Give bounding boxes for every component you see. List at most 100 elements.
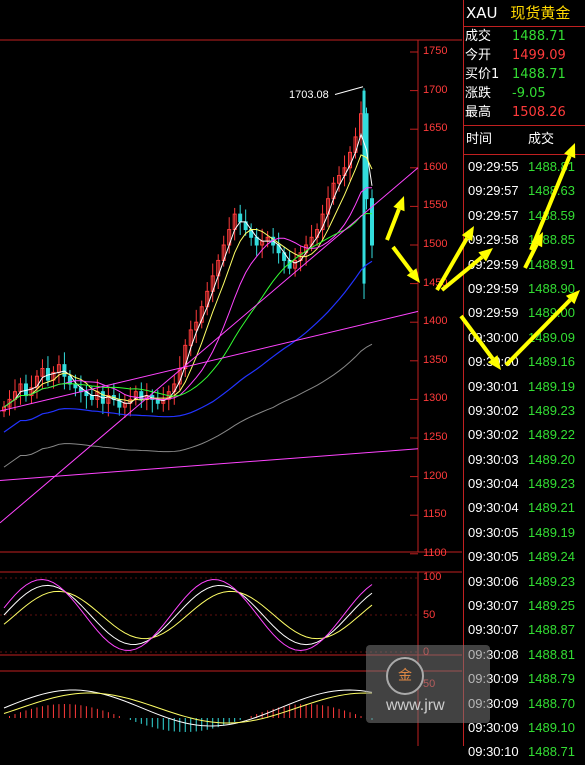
price-tick-label: 1750 — [423, 45, 448, 57]
tick-time: 09:30:07 — [468, 622, 519, 638]
tick-row[interactable]: 09:30:10 1488.71 — [464, 740, 585, 764]
tick-price: 1488.71 — [528, 744, 575, 760]
tick-price: 1488.90 — [528, 280, 575, 296]
tick-time: 09:29:57 — [468, 183, 519, 199]
tick-row[interactable]: 09:30:06 1489.23 — [464, 570, 585, 594]
instrument-header: XAU 现货黄金 — [464, 0, 585, 27]
ticks-header: 时间 成交 — [464, 125, 585, 155]
tick-time: 09:30:05 — [468, 549, 519, 565]
tick-price: 1489.16 — [528, 354, 575, 370]
tick-time: 09:30:04 — [468, 476, 519, 492]
candle-body — [62, 364, 67, 377]
tick-row[interactable]: 09:30:03 1489.20 — [464, 448, 585, 472]
tick-row[interactable]: 09:30:02 1489.22 — [464, 423, 585, 447]
tick-row[interactable]: 09:29:59 1489.00 — [464, 301, 585, 325]
quote-value: 1499.09 — [512, 48, 566, 63]
quote-value: 1488.71 — [512, 67, 566, 82]
tick-row[interactable]: 09:29:55 1488.81 — [464, 155, 585, 179]
quote-label: 涨跌 — [465, 86, 492, 101]
quote-value: 1488.71 — [512, 29, 566, 44]
price-tick-label: 1200 — [423, 469, 448, 482]
tick-row[interactable]: 09:30:05 1489.24 — [464, 545, 585, 569]
price-tick-label: 1350 — [423, 353, 448, 366]
price-tick-label: 1450 — [423, 276, 448, 289]
tick-price: 1489.10 — [528, 719, 575, 735]
ma-line-blue — [3, 260, 373, 433]
tick-time: 09:30:03 — [468, 451, 519, 467]
tick-price: 1488.63 — [528, 183, 575, 199]
tick-row[interactable]: 09:30:02 1489.23 — [464, 399, 585, 423]
tick-row[interactable]: 09:29:59 1488.90 — [464, 277, 585, 301]
trendline-steep — [0, 167, 419, 524]
quote-row: 今开 1499.09 — [464, 46, 585, 65]
tick-price: 1488.85 — [528, 232, 575, 248]
tick-row[interactable]: 09:30:00 1489.16 — [464, 350, 585, 374]
candlestick-chart-svg[interactable] — [0, 0, 462, 746]
watermark: 金 www.jrw — [366, 645, 490, 723]
tick-time: 09:29:59 — [468, 280, 519, 296]
tick-time: 09:30:05 — [468, 524, 519, 540]
tick-row[interactable]: 09:29:57 1488.63 — [464, 179, 585, 203]
quote-value: 1508.26 — [512, 105, 566, 120]
tick-time: 09:30:00 — [468, 329, 519, 345]
candle-body — [238, 213, 243, 223]
tick-time: 09:30:10 — [468, 744, 519, 760]
tick-row[interactable]: 09:30:01 1489.19 — [464, 375, 585, 399]
price-tick-label: 1250 — [423, 431, 448, 443]
quote-label: 买价1 — [465, 67, 500, 82]
tick-price: 1488.81 — [528, 159, 575, 174]
trendline-middle — [0, 310, 419, 412]
quote-row: 最高 1508.26 — [464, 103, 585, 122]
tick-row[interactable]: 09:30:00 1489.09 — [464, 326, 585, 350]
tick-row[interactable]: 09:29:58 1488.85 — [464, 228, 585, 252]
tick-row[interactable]: 09:30:04 1489.23 — [464, 472, 585, 496]
watermark-url: www.jrw — [386, 697, 445, 714]
tick-row[interactable]: 09:30:07 1488.87 — [464, 618, 585, 642]
ticks-header-price: 成交 — [528, 132, 555, 147]
tick-time: 09:29:59 — [468, 256, 519, 272]
price-chart[interactable]: 1750 1700 1650 1600 1550 1500 1450 1400 1350 1300… — [0, 0, 462, 746]
quote-row: 成交 1488.71 — [464, 27, 585, 46]
tick-price: 1489.25 — [528, 598, 575, 614]
tick-time: 09:29:57 — [468, 207, 519, 223]
instrument-name: 现货黄金 — [510, 4, 571, 22]
tick-row[interactable]: 09:29:57 1488.59 — [464, 204, 585, 228]
tick-price: 1489.09 — [528, 329, 575, 345]
price-tick-label: 1700 — [423, 83, 448, 96]
tick-price: 1489.19 — [528, 524, 575, 540]
tick-price: 1488.81 — [528, 646, 575, 662]
tick-price: 1489.20 — [528, 451, 575, 467]
tick-time: 09:30:07 — [468, 598, 519, 614]
tick-price: 1489.00 — [528, 305, 575, 321]
tick-row[interactable]: 09:29:59 1488.91 — [464, 253, 585, 277]
quote-label: 最高 — [465, 105, 492, 120]
price-tick-label: 1300 — [423, 392, 448, 405]
indicator1-tick-50: 50 — [423, 609, 436, 621]
tick-time: 09:30:01 — [468, 378, 519, 394]
quote-row: 买价1 1488.71 — [464, 65, 585, 84]
price-tick-label: 1650 — [423, 122, 448, 135]
tick-row[interactable]: 09:30:05 1489.19 — [464, 521, 585, 545]
trendline-lower — [0, 448, 419, 481]
indicator1-tick-100: 100 — [423, 571, 442, 583]
tick-row[interactable]: 09:30:07 1489.25 — [464, 594, 585, 618]
price-tick-label: 1400 — [423, 315, 448, 328]
tick-price: 1488.87 — [528, 622, 575, 638]
tick-price: 1488.91 — [528, 256, 575, 272]
instrument-symbol: XAU — [466, 4, 498, 22]
tick-price: 1489.22 — [528, 427, 575, 443]
tick-price: 1489.21 — [528, 500, 575, 516]
tick-time: 09:29:58 — [468, 232, 519, 248]
price-tick-label: 1100 — [423, 546, 447, 559]
quote-list: 成交 1488.71 今开 1499.09 买价1 1488.71 涨跌 -9.05 最高 150… — [464, 27, 585, 122]
tick-price: 1489.23 — [528, 476, 575, 492]
candle-body — [89, 395, 94, 400]
tick-time: 09:30:02 — [468, 402, 519, 418]
price-tick-label: 1550 — [423, 199, 448, 212]
ticks-header-time: 时间 — [466, 132, 493, 147]
quote-label: 成交 — [465, 29, 492, 44]
tick-price: 1488.70 — [528, 695, 575, 711]
quote-value: -9.05 — [512, 86, 546, 101]
peak-price-label: 1703.08 — [289, 89, 329, 101]
tick-row[interactable]: 09:30:04 1489.21 — [464, 496, 585, 520]
